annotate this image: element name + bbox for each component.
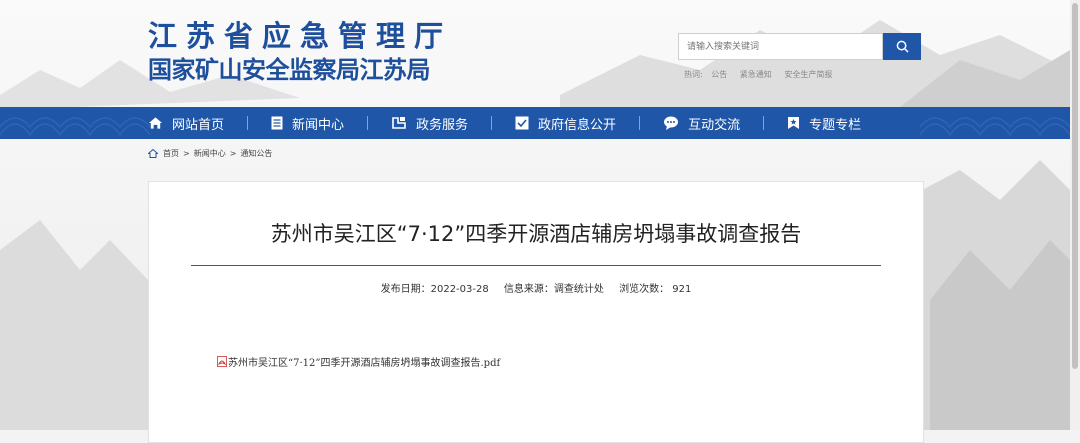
service-icon <box>392 117 406 129</box>
site-title-line1: 江苏省应急管理厅 <box>148 19 453 53</box>
nav-home-label: 网站首页 <box>172 117 225 133</box>
site-logo[interactable]: 江苏省应急管理厅 国家矿山安全监察局江苏局 <box>148 19 453 84</box>
home-icon <box>148 117 163 129</box>
hotwords-label: 热词: <box>684 70 703 79</box>
article-title: 苏州市吴江区“7·12”四季开源酒店辅房坍塌事故调查报告 <box>270 222 802 246</box>
nav-interaction-label: 互动交流 <box>688 117 741 133</box>
title-divider <box>191 265 881 266</box>
home-icon <box>148 149 158 158</box>
nav-home[interactable]: 网站首页 <box>148 107 224 139</box>
attachment-filename: 苏州市吴江区“7·12”四季开源酒店辅房坍塌事故调查报告.pdf <box>228 358 501 369</box>
nav-services-label: 政务服务 <box>416 117 469 133</box>
chat-icon <box>664 116 679 130</box>
pdf-icon <box>217 356 227 367</box>
search-input[interactable] <box>678 33 883 60</box>
info-source: 信息来源：调查统计处 <box>503 284 604 295</box>
search-button[interactable] <box>883 33 921 60</box>
nav-divider <box>247 116 249 130</box>
bookmark-icon <box>788 117 800 129</box>
nav-divider <box>491 116 493 130</box>
hotword-link[interactable]: 紧急通知 <box>740 70 772 79</box>
nav-services[interactable]: 政务服务 <box>391 107 468 139</box>
info-icon <box>515 116 529 130</box>
breadcrumb-news[interactable]: 新闻中心 <box>194 148 226 159</box>
publish-date: 发布日期：2022-03-28 <box>380 284 489 295</box>
nav-news-label: 新闻中心 <box>292 117 345 133</box>
view-count: 浏览次数： 921 <box>619 284 692 295</box>
main-nav: 网站首页 新闻中心 政务服务 政府信息公开 互动交流 专题专栏 <box>0 107 1070 139</box>
attachment-link[interactable]: 苏州市吴江区“7·12”四季开源酒店辅房坍塌事故调查报告.pdf <box>217 354 500 369</box>
hotword-link[interactable]: 安全生产简报 <box>784 70 832 79</box>
article-panel: 苏州市吴江区“7·12”四季开源酒店辅房坍塌事故调查报告 发布日期：2022-0… <box>148 181 924 443</box>
breadcrumb-separator: > <box>229 149 237 158</box>
scrollbar-thumb[interactable] <box>1072 3 1078 369</box>
nav-divider <box>367 116 369 130</box>
breadcrumb-home[interactable]: 首页 <box>163 148 179 159</box>
nav-divider <box>639 116 641 130</box>
article-meta: 发布日期：2022-03-28 信息来源：调查统计处 浏览次数： 921 <box>149 280 923 295</box>
nav-interaction[interactable]: 互动交流 <box>663 107 740 139</box>
nav-info-disclosure[interactable]: 政府信息公开 <box>515 107 616 139</box>
site-header: 江苏省应急管理厅 国家矿山安全监察局江苏局 热词: 公告 紧急通知 安全生产简报 <box>0 0 1080 107</box>
nav-divider <box>763 116 765 130</box>
breadcrumb: 首页 > 新闻中心 > 通知公告 <box>148 148 276 159</box>
nav-info-label: 政府信息公开 <box>538 117 617 133</box>
breadcrumb-notices[interactable]: 通知公告 <box>240 148 272 159</box>
breadcrumb-separator: > <box>183 149 190 158</box>
nav-news[interactable]: 新闻中心 <box>271 107 344 139</box>
search-box <box>678 33 921 60</box>
site-title-line2: 国家矿山安全监察局江苏局 <box>148 56 431 84</box>
hotwords: 热词: 公告 紧急通知 安全生产简报 <box>684 69 842 80</box>
page-scrollbar[interactable] <box>1070 0 1080 430</box>
nav-special-topics[interactable]: 专题专栏 <box>787 107 861 139</box>
search-icon <box>896 40 909 53</box>
document-icon <box>271 116 283 130</box>
hotword-link[interactable]: 公告 <box>711 70 727 79</box>
nav-special-label: 专题专栏 <box>809 117 862 133</box>
